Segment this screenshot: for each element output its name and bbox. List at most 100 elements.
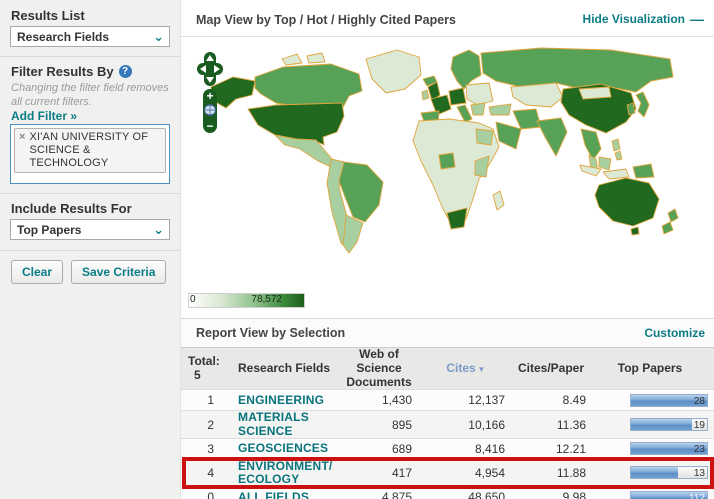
map-region-korea: [627, 103, 635, 115]
top-papers-bar: 112: [630, 491, 708, 499]
field-link[interactable]: GEOSCIENCES: [238, 441, 328, 455]
include-results-dropdown[interactable]: Top Papers ⌄: [10, 219, 170, 240]
remove-filter-icon[interactable]: ×: [19, 131, 25, 144]
map-region-australia: [595, 178, 659, 226]
top-papers-value: 28: [694, 395, 705, 408]
add-filter-link[interactable]: Add Filter »: [11, 109, 77, 123]
sidebar-divider: [0, 193, 181, 194]
report-table: Total: 5 Research Fields Web of Science …: [181, 347, 714, 499]
map-zoom-control[interactable]: + −: [203, 89, 217, 133]
sidebar-divider: [0, 250, 181, 251]
map-region-madagascar: [493, 191, 504, 210]
top-papers-bar-fill: [631, 467, 678, 478]
world-map-visualization[interactable]: + −: [181, 37, 714, 290]
world-map-svg: + −: [181, 37, 714, 290]
results-list-label: Results List: [11, 8, 85, 23]
chevron-down-icon: ⌄: [153, 225, 169, 235]
legend-max-value: 78,572: [251, 294, 282, 305]
documents-cell: 1,430: [339, 393, 419, 407]
include-results-for-label: Include Results For: [11, 201, 132, 216]
map-region-russia: [481, 48, 673, 92]
rank-cell: 1: [181, 393, 229, 407]
column-header-cites[interactable]: Cites ▾: [419, 362, 511, 376]
map-region-tasmania: [631, 227, 639, 235]
top-papers-value: 112: [689, 492, 705, 499]
cites-per-paper-cell: 9.98: [511, 490, 591, 499]
cites-per-paper-cell: 11.88: [511, 466, 591, 480]
documents-cell: 895: [339, 418, 419, 432]
top-papers-value: 23: [694, 443, 705, 456]
map-region-scandinavia: [451, 50, 481, 89]
column-header-top-papers: Top Papers: [591, 362, 709, 376]
map-region-india: [537, 118, 567, 156]
cites-cell: 12,137: [419, 393, 511, 407]
top-papers-bar: 13: [630, 466, 708, 479]
map-region-italy: [457, 105, 472, 122]
map-region-asia: [481, 48, 673, 179]
map-region-germany: [449, 88, 466, 105]
map-region-iran: [513, 109, 541, 129]
cites-per-paper-cell: 12.21: [511, 442, 591, 456]
results-list-dropdown[interactable]: Research Fields ⌄: [10, 26, 170, 47]
total-label: Total:: [188, 355, 214, 369]
collapse-icon: —: [690, 14, 704, 24]
field-link[interactable]: ALL FIELDS: [238, 490, 309, 499]
table-header-row: Total: 5 Research Fields Web of Science …: [181, 347, 714, 390]
rank-cell: 0: [181, 490, 229, 499]
field-link[interactable]: ENGINEERING: [238, 393, 324, 407]
map-region-southeast-asia: [581, 129, 601, 160]
zoom-in-icon[interactable]: +: [206, 89, 213, 103]
documents-cell: 417: [339, 466, 419, 480]
top-papers-value: 19: [694, 419, 705, 432]
map-region-greenland: [366, 50, 421, 93]
globe-grid: [205, 105, 216, 116]
rank-cell: 2: [181, 418, 229, 432]
rank-cell: 3: [181, 442, 229, 456]
filter-tag[interactable]: × XI'AN UNIVERSITY OF SCIENCE & TECHNOLO…: [14, 128, 166, 173]
map-region-arctic-islands: [282, 53, 325, 65]
table-row: 1 ENGINEERING 1,430 12,137 8.49 28: [181, 390, 714, 411]
hide-visualization-label: Hide Visualization: [583, 12, 685, 26]
cites-cell: 48,650: [419, 490, 511, 499]
results-list-selected-value: Research Fields: [11, 30, 109, 44]
documents-cell: 4,875: [339, 490, 419, 499]
active-filters-box: × XI'AN UNIVERSITY OF SCIENCE & TECHNOLO…: [10, 124, 170, 184]
filter-note-text: Changing the filter field removes all cu…: [11, 82, 169, 110]
map-region-egypt: [476, 129, 493, 145]
map-region-canada: [255, 64, 362, 109]
hide-visualization-link[interactable]: Hide Visualization —: [583, 12, 704, 26]
table-row: 0 ALL FIELDS 4,875 48,650 9.98 112: [181, 487, 714, 499]
sidebar-buttons: Clear Save Criteria: [11, 260, 166, 284]
map-region-nigeria: [439, 153, 455, 169]
rank-cell: 4: [181, 466, 229, 480]
map-region-south-america: [327, 159, 383, 253]
top-papers-bar: 23: [630, 442, 708, 455]
total-cell: Total: 5: [181, 355, 229, 383]
top-papers-bar: 19: [630, 418, 708, 431]
map-region-argentina: [343, 215, 363, 253]
help-icon[interactable]: ?: [119, 65, 132, 78]
field-link[interactable]: MATERIALS SCIENCE: [238, 410, 309, 437]
map-region-kazakhstan-central-asia: [511, 83, 563, 107]
map-region-alaska: [211, 77, 255, 108]
map-region-philippines: [612, 139, 622, 160]
field-link[interactable]: ENVIRONMENT/ECOLOGY: [238, 459, 332, 486]
map-region-north-america: [211, 50, 437, 167]
map-pan-control[interactable]: [197, 52, 223, 86]
include-results-selected-value: Top Papers: [11, 223, 81, 237]
esi-application-window: Results List Research Fields ⌄ Filter Re…: [0, 0, 714, 499]
save-criteria-button[interactable]: Save Criteria: [71, 260, 166, 284]
report-view-header: Report View by Selection Customize: [181, 319, 714, 347]
map-region-borneo: [599, 157, 611, 170]
column-header-research-fields: Research Fields: [229, 362, 339, 375]
clear-button[interactable]: Clear: [11, 260, 63, 284]
top-papers-bar: 28: [630, 394, 708, 407]
zoom-out-icon[interactable]: −: [206, 119, 213, 133]
sort-arrow-icon: ▾: [479, 364, 484, 374]
customize-link[interactable]: Customize: [644, 326, 705, 340]
top-papers-value: 13: [694, 467, 705, 480]
map-view-header: Map View by Top / Hot / Highly Cited Pap…: [181, 0, 714, 37]
cites-per-paper-cell: 8.49: [511, 393, 591, 407]
map-region-turkey: [489, 104, 511, 115]
cites-cell: 8,416: [419, 442, 511, 456]
